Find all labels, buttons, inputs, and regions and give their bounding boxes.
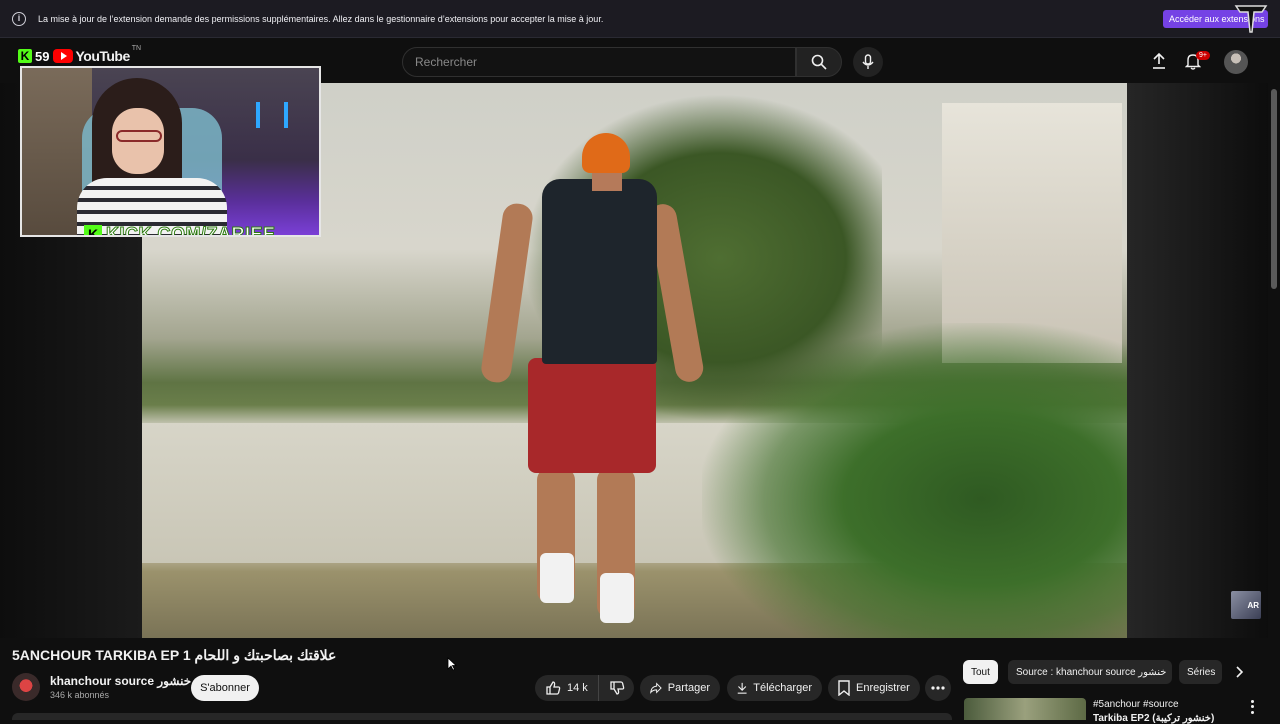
download-icon	[737, 682, 747, 694]
scrollbar-thumb[interactable]	[1271, 89, 1277, 289]
overlay-logo-icon	[1234, 5, 1268, 33]
facecam-neon-light	[256, 102, 288, 128]
youtube-logo-text: YouTube	[75, 48, 130, 64]
kick-logo-icon: K	[18, 49, 32, 63]
video-person-neck	[592, 171, 622, 191]
player-ambient-right	[1127, 83, 1268, 638]
more-actions-button[interactable]	[925, 675, 951, 701]
save-button[interactable]: Enregistrer	[828, 675, 920, 701]
video-title: 5ANCHOUR TARKIBA EP 1 علاقتك بصاحبتك و ا…	[12, 647, 337, 663]
recommended-video-more-icon[interactable]	[1246, 699, 1258, 715]
youtube-region-code: TN	[131, 44, 142, 52]
facecam-glasses	[116, 130, 162, 142]
like-button[interactable]: 14 k	[535, 675, 599, 701]
youtube-play-icon	[53, 49, 74, 63]
video-person-sock	[540, 553, 574, 603]
thumbs-down-icon	[610, 681, 625, 695]
logo-area[interactable]: K 59 YouTube TN	[18, 44, 142, 64]
dislike-button[interactable]	[599, 675, 635, 701]
account-avatar[interactable]	[1224, 50, 1248, 74]
like-count: 14 k	[567, 682, 588, 694]
like-dislike-group: 14 k	[535, 675, 634, 701]
video-person-cap	[582, 133, 630, 173]
extension-notification-bar: i La mise à jour de l’extension demande …	[0, 0, 1280, 38]
upload-icon	[1153, 52, 1165, 69]
voice-search-button[interactable]	[853, 47, 883, 77]
chip-all[interactable]: Tout	[963, 660, 998, 684]
mouse-cursor-icon	[447, 657, 457, 671]
chip-source[interactable]: Source : khanchour source خنشور	[1008, 660, 1172, 684]
save-label: Enregistrer	[856, 682, 910, 694]
create-upload-button[interactable]	[1149, 51, 1169, 71]
search-icon	[811, 54, 827, 70]
video-person-sock	[600, 573, 634, 623]
chip-series[interactable]: Séries	[1179, 660, 1222, 684]
streamer-facecam: K KICK.COM/ZARIEE	[20, 66, 321, 237]
kick-viewer-count: 59	[35, 48, 50, 64]
chips-next-button[interactable]	[1228, 660, 1252, 684]
download-button[interactable]: Télécharger	[727, 675, 822, 701]
kick-channel-url: KICK.COM/ZARIEE	[106, 223, 276, 237]
recommended-video-thumbnail[interactable]	[964, 698, 1086, 720]
kick-logo-icon: K	[84, 225, 102, 235]
video-person-shorts	[528, 358, 656, 473]
notification-count-badge: 9+	[1196, 51, 1210, 60]
video-scene-bush	[702, 323, 1127, 638]
subscriber-count: 346 k abonnés	[50, 690, 110, 700]
download-label: Télécharger	[753, 682, 812, 694]
mini-thumbnail-overlay: AR	[1231, 591, 1261, 619]
page-scrollbar[interactable]	[1268, 39, 1280, 720]
microphone-icon	[862, 54, 874, 69]
channel-name[interactable]: khanchour source خنشور	[50, 674, 191, 688]
info-icon: i	[12, 11, 26, 26]
channel-avatar[interactable]	[12, 673, 40, 701]
subscribe-button[interactable]: S'abonner	[191, 675, 259, 701]
search-box	[402, 47, 796, 77]
kick-url-banner: K KICK.COM/ZARIEE	[84, 223, 276, 237]
search-button[interactable]	[796, 47, 842, 77]
share-label: Partager	[667, 682, 710, 694]
share-icon	[650, 682, 662, 694]
recommended-video-title[interactable]: Tarkiba EP2 (خنشور تركيبة)	[1093, 713, 1233, 724]
thumbs-up-icon	[546, 681, 561, 695]
extension-message: La mise à jour de l’extension demande de…	[38, 13, 604, 24]
recommended-video-tags[interactable]: #5anchour #source	[1093, 699, 1179, 710]
chevron-right-icon	[1236, 666, 1244, 678]
more-horizontal-icon	[931, 686, 945, 690]
share-button[interactable]: Partager	[640, 675, 720, 701]
video-person-shirt	[542, 179, 657, 364]
bookmark-icon	[838, 680, 850, 696]
search-input[interactable]	[403, 48, 795, 76]
description-box[interactable]	[12, 713, 952, 720]
